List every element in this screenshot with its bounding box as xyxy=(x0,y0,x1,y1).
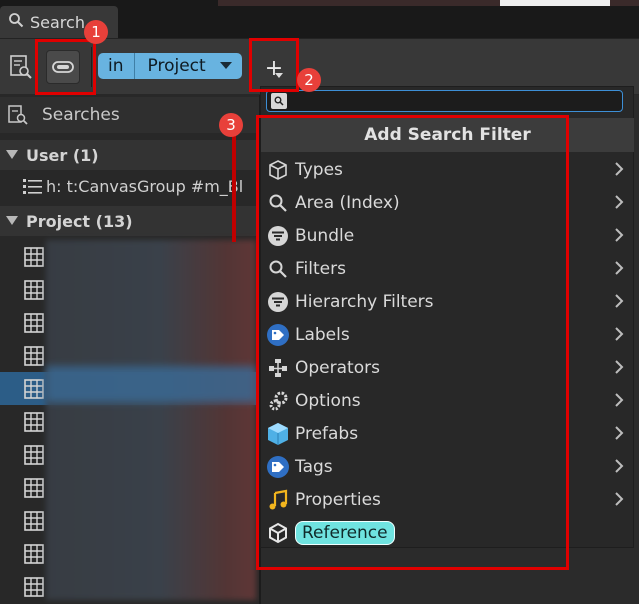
grid-asset-icon xyxy=(24,312,44,333)
grid-asset-icon xyxy=(24,246,44,267)
saved-query-text: h: t:CanvasGroup #m_Bl xyxy=(46,176,244,196)
scope-project-label: Project xyxy=(147,56,206,76)
annotation-box-1 xyxy=(35,39,96,95)
background-strip-light xyxy=(500,0,610,6)
scope-project-dropdown[interactable]: Project xyxy=(135,56,242,76)
group-project-label: Project (13) xyxy=(26,211,133,231)
search-document-icon xyxy=(10,55,32,79)
grid-asset-icon xyxy=(24,477,44,498)
group-header-project[interactable]: Project (13) xyxy=(0,206,259,236)
chevron-right-icon xyxy=(614,227,624,248)
annotation-badge-1: 1 xyxy=(84,20,108,44)
annotation-line xyxy=(232,132,236,242)
chevron-right-icon xyxy=(614,359,624,380)
chevron-right-icon xyxy=(614,161,624,182)
expand-triangle-icon[interactable] xyxy=(6,150,18,160)
blurred-selection xyxy=(46,366,256,402)
grid-asset-icon xyxy=(24,345,44,366)
grid-asset-icon xyxy=(24,576,44,597)
chevron-right-icon xyxy=(614,491,624,512)
searches-label: Searches xyxy=(42,105,120,125)
grid-asset-icon xyxy=(24,411,44,432)
chevron-right-icon xyxy=(614,458,624,479)
filter-search-input[interactable] xyxy=(266,90,623,112)
searches-icon xyxy=(8,105,28,125)
search-icon xyxy=(8,12,24,32)
expand-triangle-icon[interactable] xyxy=(6,216,18,226)
annotation-badge-3: 3 xyxy=(219,113,243,137)
group-user-label: User (1) xyxy=(26,145,99,165)
triangle-down-icon xyxy=(219,62,232,69)
chevron-right-icon xyxy=(614,392,624,413)
annotation-box-3 xyxy=(256,115,569,570)
search-icon xyxy=(271,93,287,109)
annotation-badge-2: 2 xyxy=(297,68,321,92)
group-header-user[interactable]: User (1) xyxy=(0,140,259,170)
chevron-right-icon xyxy=(614,194,624,215)
grid-asset-icon xyxy=(24,444,44,465)
blurred-results xyxy=(46,240,256,600)
annotation-box-2 xyxy=(249,38,299,92)
chevron-right-icon xyxy=(614,326,624,347)
grid-asset-icon xyxy=(24,378,44,399)
grid-asset-icon xyxy=(24,510,44,531)
saved-query-row[interactable]: h: t:CanvasGroup #m_Bl xyxy=(22,172,259,200)
saved-searches-button[interactable] xyxy=(4,50,38,84)
scope-filter-pill[interactable]: in Project xyxy=(98,53,242,79)
grid-asset-icon xyxy=(24,543,44,564)
scope-in-label: in xyxy=(98,53,135,79)
list-icon xyxy=(23,179,42,194)
chevron-right-icon xyxy=(614,293,624,314)
chevron-right-icon xyxy=(614,425,624,446)
tab-search-label: Search xyxy=(30,12,85,32)
grid-asset-icon xyxy=(24,279,44,300)
chevron-right-icon xyxy=(614,260,624,281)
